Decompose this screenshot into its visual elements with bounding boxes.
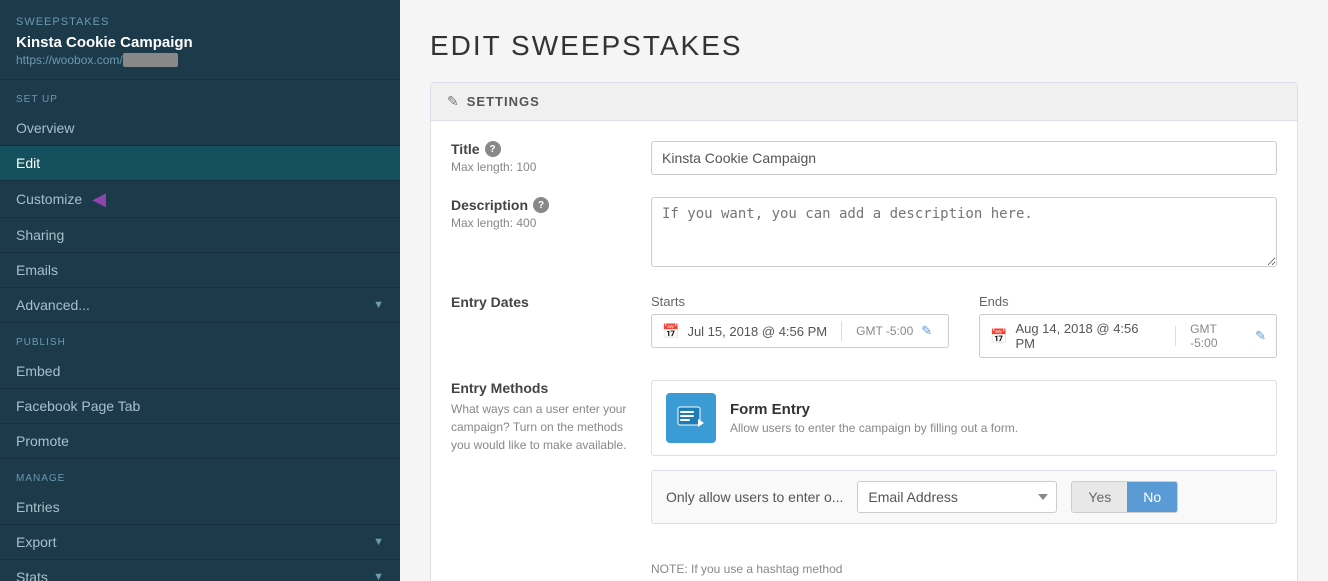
description-label: Description ? [451, 197, 631, 213]
campaign-url-prefix: https://woobox.com/ [16, 53, 123, 67]
only-allow-select[interactable]: Email Address [857, 481, 1057, 513]
description-textarea[interactable] [651, 197, 1277, 267]
publish-section-label: PUBLISH [0, 323, 400, 354]
description-field-col [651, 197, 1277, 272]
title-help-icon[interactable]: ? [485, 141, 501, 157]
starts-date-value: Jul 15, 2018 @ 4:56 PM [687, 324, 827, 339]
entry-methods-field-col: Form Entry Allow users to enter the camp… [651, 380, 1277, 540]
emails-label: Emails [16, 262, 58, 278]
sidebar-item-embed[interactable]: Embed [0, 354, 400, 389]
promote-label: Promote [16, 433, 69, 449]
ends-divider [1175, 326, 1176, 346]
no-button[interactable]: No [1127, 482, 1177, 512]
only-allow-label: Only allow users to enter o... [666, 489, 843, 505]
starts-date-wrap: 📅 Jul 15, 2018 @ 4:56 PM GMT -5:00 ✎ [651, 314, 949, 348]
entry-note: NOTE: If you use a hashtag method [451, 562, 1277, 576]
entry-methods-sublabel: What ways can a user enter your campaign… [451, 400, 631, 454]
entries-label: Entries [16, 499, 60, 515]
description-help-icon[interactable]: ? [533, 197, 549, 213]
form-entry-title: Form Entry [730, 401, 1018, 418]
entry-methods-label-col: Entry Methods What ways can a user enter… [451, 380, 631, 454]
description-max-label: Max length: 400 [451, 216, 631, 230]
title-label-col: Title ? Max length: 100 [451, 141, 631, 174]
stats-chevron-icon: ▼ [373, 571, 384, 581]
form-entry-card: Form Entry Allow users to enter the camp… [651, 380, 1277, 456]
yes-no-group: Yes No [1071, 481, 1178, 513]
form-entry-icon [666, 393, 716, 443]
sidebar-item-overview[interactable]: Overview [0, 111, 400, 146]
stats-label: Stats [16, 569, 48, 581]
sidebar-item-promote[interactable]: Promote [0, 424, 400, 459]
embed-label: Embed [16, 363, 60, 379]
entry-methods-label: Entry Methods [451, 380, 631, 396]
campaign-url: https://woobox.com/██████ [16, 53, 384, 67]
export-chevron-icon: ▼ [373, 536, 384, 548]
sidebar-item-export[interactable]: Export ▼ [0, 525, 400, 560]
title-label: Title ? [451, 141, 631, 157]
sidebar-brand: SWEEPSTAKES Kinsta Cookie Campaign https… [0, 0, 400, 80]
form-entry-text: Form Entry Allow users to enter the camp… [730, 401, 1018, 435]
overview-label: Overview [16, 120, 74, 136]
settings-header: ✎ Settings [431, 83, 1297, 121]
sidebar-item-stats[interactable]: Stats ▼ [0, 560, 400, 581]
campaign-name: Kinsta Cookie Campaign [16, 34, 384, 51]
sidebar-item-entries[interactable]: Entries [0, 490, 400, 525]
advanced-label: Advanced... [16, 297, 90, 313]
starts-calendar-icon: 📅 [662, 323, 679, 340]
setup-section-label: SET UP [0, 80, 400, 111]
campaign-url-blurred: ██████ [123, 53, 178, 67]
advanced-chevron-icon: ▼ [373, 299, 384, 311]
form-entry-desc: Allow users to enter the campaign by fil… [730, 421, 1018, 435]
sharing-label: Sharing [16, 227, 64, 243]
sweepstakes-label: SWEEPSTAKES [16, 16, 384, 28]
page-title: Edit Sweepstakes [430, 30, 1298, 62]
dates-fields-col: Starts 📅 Jul 15, 2018 @ 4:56 PM GMT -5:0… [651, 294, 1277, 358]
dates-label-col: Entry Dates [451, 294, 631, 310]
yes-button[interactable]: Yes [1072, 482, 1127, 512]
customize-arrow-icon: ◀ [92, 190, 106, 208]
settings-card: ✎ Settings Title ? Max length: 100 [430, 82, 1298, 581]
main-content: Edit Sweepstakes ✎ Settings Title ? Max … [400, 0, 1328, 581]
settings-body: Title ? Max length: 100 Description ? Ma… [431, 121, 1297, 581]
sidebar-item-emails[interactable]: Emails [0, 253, 400, 288]
sidebar: SWEEPSTAKES Kinsta Cookie Campaign https… [0, 0, 400, 581]
settings-header-label: Settings [467, 94, 540, 109]
entry-methods-row: Entry Methods What ways can a user enter… [451, 380, 1277, 540]
starts-group: Starts 📅 Jul 15, 2018 @ 4:56 PM GMT -5:0… [651, 294, 949, 358]
ends-date-value: Aug 14, 2018 @ 4:56 PM [1015, 321, 1161, 351]
settings-edit-icon: ✎ [447, 93, 459, 110]
title-input[interactable] [651, 141, 1277, 175]
ends-tz: GMT -5:00 [1190, 322, 1247, 350]
facebook-page-tab-label: Facebook Page Tab [16, 398, 140, 414]
entry-dates-row: Entry Dates Starts 📅 Jul 15, 2018 @ 4:56… [451, 294, 1277, 358]
edit-label: Edit [16, 155, 40, 171]
entry-dates-label: Entry Dates [451, 294, 631, 310]
title-row: Title ? Max length: 100 [451, 141, 1277, 175]
sidebar-item-advanced[interactable]: Advanced... ▼ [0, 288, 400, 323]
manage-section-label: MANAGE [0, 459, 400, 490]
description-label-col: Description ? Max length: 400 [451, 197, 631, 230]
ends-calendar-icon: 📅 [990, 328, 1007, 345]
starts-tz: GMT -5:00 [856, 324, 913, 338]
only-allow-row: Only allow users to enter o... Email Add… [651, 470, 1277, 524]
sidebar-item-edit[interactable]: Edit [0, 146, 400, 181]
export-label: Export [16, 534, 56, 550]
ends-edit-icon[interactable]: ✎ [1255, 328, 1266, 344]
sidebar-item-sharing[interactable]: Sharing [0, 218, 400, 253]
starts-edit-icon[interactable]: ✎ [921, 323, 932, 339]
title-field-col [651, 141, 1277, 175]
customize-label: Customize [16, 191, 82, 207]
title-max-label: Max length: 100 [451, 160, 631, 174]
starts-divider [841, 321, 842, 341]
description-row: Description ? Max length: 400 [451, 197, 1277, 272]
ends-group: Ends 📅 Aug 14, 2018 @ 4:56 PM GMT -5:00 … [979, 294, 1277, 358]
ends-label: Ends [979, 294, 1277, 309]
form-entry-svg [676, 403, 706, 433]
ends-date-wrap: 📅 Aug 14, 2018 @ 4:56 PM GMT -5:00 ✎ [979, 314, 1277, 358]
sidebar-item-facebook-page-tab[interactable]: Facebook Page Tab [0, 389, 400, 424]
sidebar-item-customize[interactable]: Customize ◀ [0, 181, 400, 218]
starts-label: Starts [651, 294, 949, 309]
